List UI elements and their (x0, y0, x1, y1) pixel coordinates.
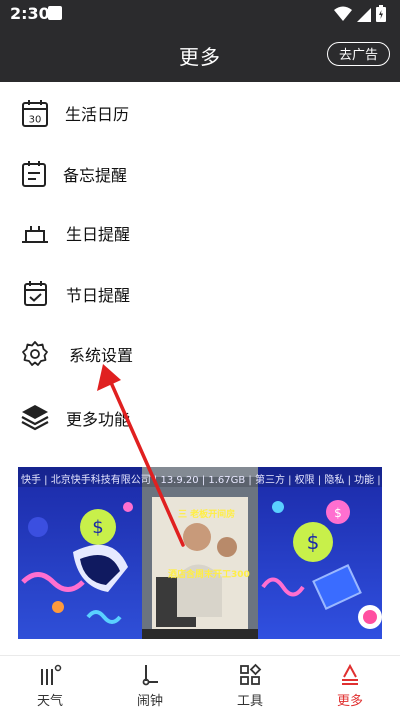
status-time: 2:30 (10, 4, 50, 23)
wifi-icon (334, 6, 352, 21)
menu-item-label: 更多功能 (66, 410, 131, 429)
menu-item-holiday-reminder[interactable]: 节日提醒 (0, 265, 400, 321)
ad-image-coins-right: $ $ (258, 467, 382, 639)
menu-item-label: 生活日历 (65, 105, 130, 124)
alarm-icon (142, 665, 158, 686)
svg-text:$: $ (307, 530, 320, 554)
tab-label: 更多 (336, 694, 363, 709)
memo-icon (22, 161, 46, 187)
holiday-calendar-check-icon (24, 281, 47, 306)
calendar-30-icon: 30 (22, 100, 48, 127)
menu-item-more-features[interactable]: 更多功能 (0, 389, 400, 445)
tab-label: 工具 (236, 694, 263, 709)
gear-icon (22, 341, 48, 366)
tab-more[interactable]: 更多 (300, 656, 400, 711)
calendar-day-text: 30 (29, 115, 42, 126)
tab-label: 闹钟 (136, 694, 163, 709)
ad-overlay-bottom: 酒店含周末开工300 (168, 570, 250, 580)
menu-item-life-calendar[interactable]: 30 生活日历 (0, 84, 400, 140)
more-icon (342, 663, 358, 685)
tab-alarm[interactable]: 闹钟 (100, 656, 200, 711)
ad-overlay-top: 三 老板开间房 (178, 510, 236, 520)
menu-item-memo-reminder[interactable]: 备忘提醒 (0, 145, 400, 201)
battery-icon (376, 5, 386, 22)
menu-item-label: 备忘提醒 (63, 166, 128, 185)
status-bar: 2:30 (0, 0, 400, 28)
weather-icon (41, 664, 62, 685)
svg-text:$: $ (334, 506, 342, 520)
notification-icon (48, 6, 62, 20)
ad-banner[interactable]: $ $ $ 快手 | 北京快手科技有限公司 | 13.9.20 | 1.67GB… (18, 467, 382, 639)
tab-label: 天气 (36, 694, 63, 709)
tab-tools[interactable]: 工具 (200, 656, 300, 711)
status-icons (334, 5, 386, 22)
app-bar: 更多 去广告 (0, 28, 400, 82)
menu-item-birthday-reminder[interactable]: 生日提醒 (0, 204, 400, 260)
signal-icon (357, 7, 371, 22)
tab-weather[interactable]: 天气 (0, 656, 100, 711)
menu-item-system-settings[interactable]: 系统设置 (0, 325, 400, 381)
layers-icon (21, 405, 49, 431)
tools-icon (240, 663, 262, 685)
birthday-cake-icon (22, 226, 48, 243)
menu-item-label: 节日提醒 (66, 286, 131, 305)
menu-item-label: 生日提醒 (66, 225, 131, 244)
menu-item-label: 系统设置 (69, 346, 134, 365)
ad-image-photo-middle (142, 467, 258, 639)
remove-ads-button[interactable]: 去广告 (326, 42, 390, 66)
ad-image-coins-left: $ (18, 467, 142, 639)
svg-text:$: $ (92, 517, 103, 538)
ad-caption: 快手 | 北京快手科技有限公司 | 13.9.20 | 1.67GB | 第三方… (18, 467, 382, 487)
bottom-nav: 天气 闹钟 工具 更多 (0, 655, 400, 711)
